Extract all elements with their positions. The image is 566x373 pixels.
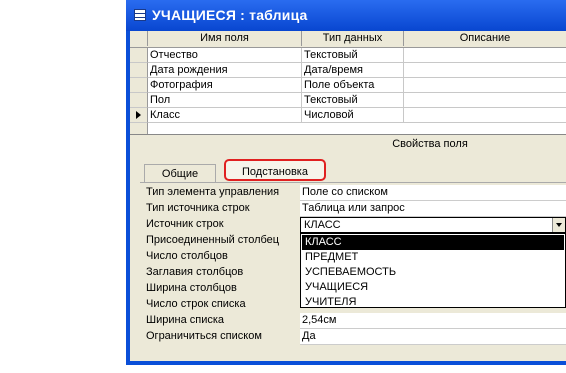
display-control-value-field[interactable]: Поле со списком (300, 185, 566, 201)
row-source-type-value-field[interactable]: Таблица или запрос (300, 201, 566, 217)
list-width-value-field[interactable]: 2,54см (300, 313, 566, 329)
column-widths-label: Ширина столбцов (146, 282, 237, 294)
table-design-window: УЧАЩИЕСЯ : таблица Имя поля Тип данных О… (126, 0, 566, 365)
description-cell[interactable] (404, 63, 566, 78)
data-type-cell[interactable]: Дата/время (302, 63, 404, 78)
header-corner (130, 31, 148, 46)
description-cell[interactable] (404, 93, 566, 108)
row-selector[interactable] (130, 48, 148, 63)
header-field-name[interactable]: Имя поля (148, 31, 302, 46)
grid-header: Имя поля Тип данных Описание (130, 31, 566, 48)
table-icon (134, 9, 146, 21)
description-cell[interactable] (404, 78, 566, 93)
limit-to-list-label: Ограничиться списком (146, 330, 262, 342)
row-source-label: Источник строк (146, 218, 224, 230)
row-selector[interactable] (130, 123, 148, 134)
dropdown-option-klass[interactable]: КЛАСС (302, 235, 564, 250)
description-cell[interactable] (404, 108, 566, 123)
row-source-type-label: Тип источника строк (146, 202, 250, 214)
display-control-label: Тип элемента управления (146, 186, 280, 198)
row-divider (148, 122, 566, 123)
row-source-dropdown-list: КЛАСС ПРЕДМЕТ УСПЕВАЕМОСТЬ УЧАЩИЕСЯ УЧИТ… (300, 233, 566, 308)
row-source-type-value: Таблица или запрос (302, 202, 405, 214)
dropdown-option-uchitelya[interactable]: УЧИТЕЛЯ (302, 295, 564, 310)
row-selector[interactable] (130, 108, 148, 123)
lookup-properties-pane: Тип элемента управления Поле со списком … (140, 182, 566, 358)
window-content: Имя поля Тип данных Описание Отчество Те… (130, 31, 566, 361)
properties-title: Свойства поля (392, 138, 468, 150)
tab-general[interactable]: Общие (144, 164, 216, 182)
field-name-cell[interactable]: Пол (148, 93, 302, 108)
tab-lookup[interactable]: Подстановка (224, 159, 326, 181)
dropdown-arrow-icon[interactable] (552, 218, 565, 232)
window-title: УЧАЩИЕСЯ : таблица (152, 7, 308, 23)
row-selector[interactable] (130, 93, 148, 108)
row-selector[interactable] (130, 63, 148, 78)
dropdown-option-predmet[interactable]: ПРЕДМЕТ (302, 250, 564, 265)
field-name-cell[interactable]: Класс (148, 108, 302, 123)
field-grid: Имя поля Тип данных Описание Отчество Те… (130, 31, 566, 135)
description-cell[interactable] (404, 48, 566, 63)
dropdown-option-uchashchiesya[interactable]: УЧАЩИЕСЯ (302, 280, 564, 295)
list-rows-label: Число строк списка (146, 298, 246, 310)
column-heads-label: Заглавия столбцов (146, 266, 244, 278)
field-name-cell[interactable]: Дата рождения (148, 63, 302, 78)
current-row-arrow-icon (136, 111, 141, 119)
field-name-cell[interactable]: Отчество (148, 48, 302, 63)
limit-to-list-value-field[interactable]: Да (300, 329, 566, 345)
row-selector[interactable] (130, 78, 148, 93)
header-description[interactable]: Описание (404, 31, 566, 46)
row-source-value: КЛАСС (304, 219, 341, 231)
data-type-cell[interactable]: Текстовый (302, 93, 404, 108)
data-type-cell[interactable]: Числовой (302, 108, 404, 123)
display-control-value: Поле со списком (302, 186, 388, 198)
title-bar[interactable]: УЧАЩИЕСЯ : таблица (126, 0, 566, 31)
header-data-type[interactable]: Тип данных (302, 31, 404, 46)
column-count-label: Число столбцов (146, 250, 228, 262)
row-source-combo[interactable]: КЛАСС (300, 217, 566, 233)
data-type-cell[interactable]: Текстовый (302, 48, 404, 63)
data-type-cell[interactable]: Поле объекта (302, 78, 404, 93)
dropdown-option-uspevaemost[interactable]: УСПЕВАЕМОСТЬ (302, 265, 564, 280)
list-width-value: 2,54см (302, 314, 337, 326)
list-width-label: Ширина списка (146, 314, 225, 326)
bound-column-label: Присоединенный столбец (146, 234, 280, 246)
limit-to-list-value: Да (302, 330, 316, 342)
field-name-cell[interactable]: Фотография (148, 78, 302, 93)
